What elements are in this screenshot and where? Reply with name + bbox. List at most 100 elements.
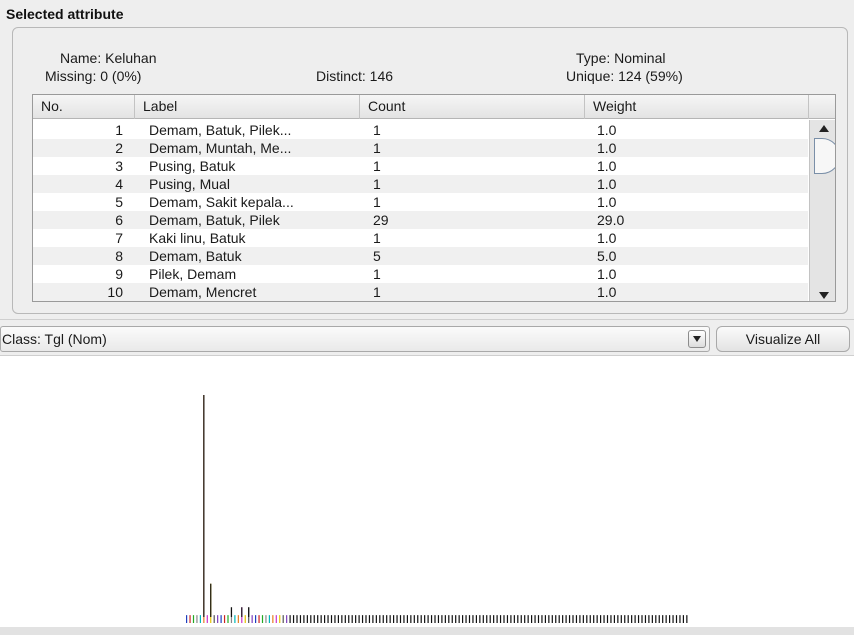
histogram-bar [531,615,533,623]
histogram-bar-segment [230,607,233,617]
chevron-down-icon[interactable] [688,330,706,348]
histogram-bar [268,615,270,623]
histogram-bar [430,615,433,623]
column-header-label[interactable]: Label [135,95,360,119]
scroll-thumb[interactable] [814,138,835,174]
column-header-no[interactable]: No. [33,95,135,119]
table-row[interactable]: 9 Pilek, Demam 1 1.0 [33,265,808,283]
histogram-bar [624,615,626,623]
histogram-bar [572,615,574,623]
histogram-bar [313,615,315,623]
histogram-bar [517,615,519,623]
cell-weight: 1.0 [597,194,617,210]
histogram-bar [644,615,647,623]
histogram-bar [396,615,398,623]
histogram-bar [510,615,512,623]
histogram-bar [282,615,284,623]
histogram-bar [330,615,333,623]
table-row[interactable]: 2 Demam, Muntah, Me... 1 1.0 [33,139,808,157]
cell-no: 4 [115,176,123,192]
histogram-bar [437,615,440,623]
cell-weight: 1.0 [597,122,617,138]
table-row[interactable]: 6 Demam, Batuk, Pilek 29 29.0 [33,211,808,229]
histogram-bar-segment [210,583,212,617]
column-header-count[interactable]: Count [360,95,585,119]
table-row[interactable]: 3 Pusing, Batuk 1 1.0 [33,157,808,175]
visualize-all-button[interactable]: Visualize All [716,326,850,352]
histogram-bar [417,615,419,623]
histogram-bar [565,615,567,623]
histogram-bar [310,615,312,623]
histogram-bar [634,615,636,623]
histogram-bar [499,615,502,623]
cell-count: 1 [373,284,381,300]
cell-count: 1 [373,266,381,282]
table-row[interactable]: 7 Kaki linu, Batuk 1 1.0 [33,229,808,247]
histogram-bar [292,615,295,623]
histogram-footer [0,627,854,635]
table-row[interactable]: 4 Pusing, Mual 1 1.0 [33,175,808,193]
histogram-bar [255,615,257,623]
cell-weight: 1.0 [597,176,617,192]
histogram-bar [265,615,267,623]
table-row[interactable]: 10 Demam, Mencret 1 1.0 [33,283,808,301]
histogram-bar [441,615,443,623]
histogram-bar [675,615,678,623]
histogram-bar [610,615,612,623]
histogram-bar [658,615,660,623]
cell-no: 3 [115,158,123,174]
table-row[interactable]: 5 Demam, Sakit kepala... 1 1.0 [33,193,808,211]
histogram-bar [227,615,229,623]
histogram-bar [365,615,367,623]
histogram-bar [272,615,274,623]
cell-count: 29 [373,212,389,228]
histogram-bar [627,615,629,623]
scroll-down-icon[interactable] [810,287,835,301]
cell-no: 1 [115,122,123,138]
cell-no: 8 [115,248,123,264]
histogram-bar-segment [248,607,250,617]
cell-count: 1 [373,230,381,246]
histogram-bar [303,615,305,623]
histogram-bar [403,615,405,623]
table-row[interactable]: 8 Demam, Batuk 5 5.0 [33,247,808,265]
histogram-bar [613,615,615,623]
cell-weight: 1.0 [597,230,617,246]
histogram-bar [279,615,281,623]
histogram-bar [299,615,302,623]
column-header-weight[interactable]: Weight [585,95,809,119]
cell-no: 10 [107,284,123,300]
histogram-bar [448,615,450,623]
cell-count: 1 [373,176,381,192]
histogram-bar [537,615,540,623]
cell-label: Demam, Batuk, Pilek... [149,122,292,138]
class-dropdown[interactable]: Class: Tgl (Nom) [0,326,710,352]
histogram-bar [289,615,291,623]
histogram-bar [427,615,429,623]
histogram-bar [424,615,426,623]
cell-label: Demam, Sakit kepala... [149,194,294,210]
histogram-bar [251,615,253,623]
histogram-bar [596,615,598,623]
scroll-up-icon[interactable] [810,120,835,136]
table-row[interactable]: 1 Demam, Batuk, Pilek... 1 1.0 [33,121,808,139]
cell-no: 6 [115,212,123,228]
histogram-bar [361,615,364,623]
cell-label: Demam, Batuk, Pilek [149,212,280,228]
label-table[interactable]: No. Label Count Weight 1 Demam, Batuk, P… [32,94,836,302]
cell-no: 9 [115,266,123,282]
histogram-bar [655,615,657,623]
histogram-bar [368,615,371,623]
histogram-bar [393,615,395,623]
histogram-bar [223,615,226,623]
histogram-bar [582,615,584,623]
histogram-bar [410,615,412,623]
cell-weight: 1.0 [597,266,617,282]
selected-attribute-panel: Selected attribute Name: Keluhan Missing… [0,0,854,320]
cell-label: Demam, Muntah, Me... [149,140,292,156]
cell-count: 1 [373,140,381,156]
histogram-bar [189,615,191,623]
histogram-bar [199,615,201,623]
histogram-bar [389,615,391,623]
table-scrollbar[interactable] [809,120,835,301]
